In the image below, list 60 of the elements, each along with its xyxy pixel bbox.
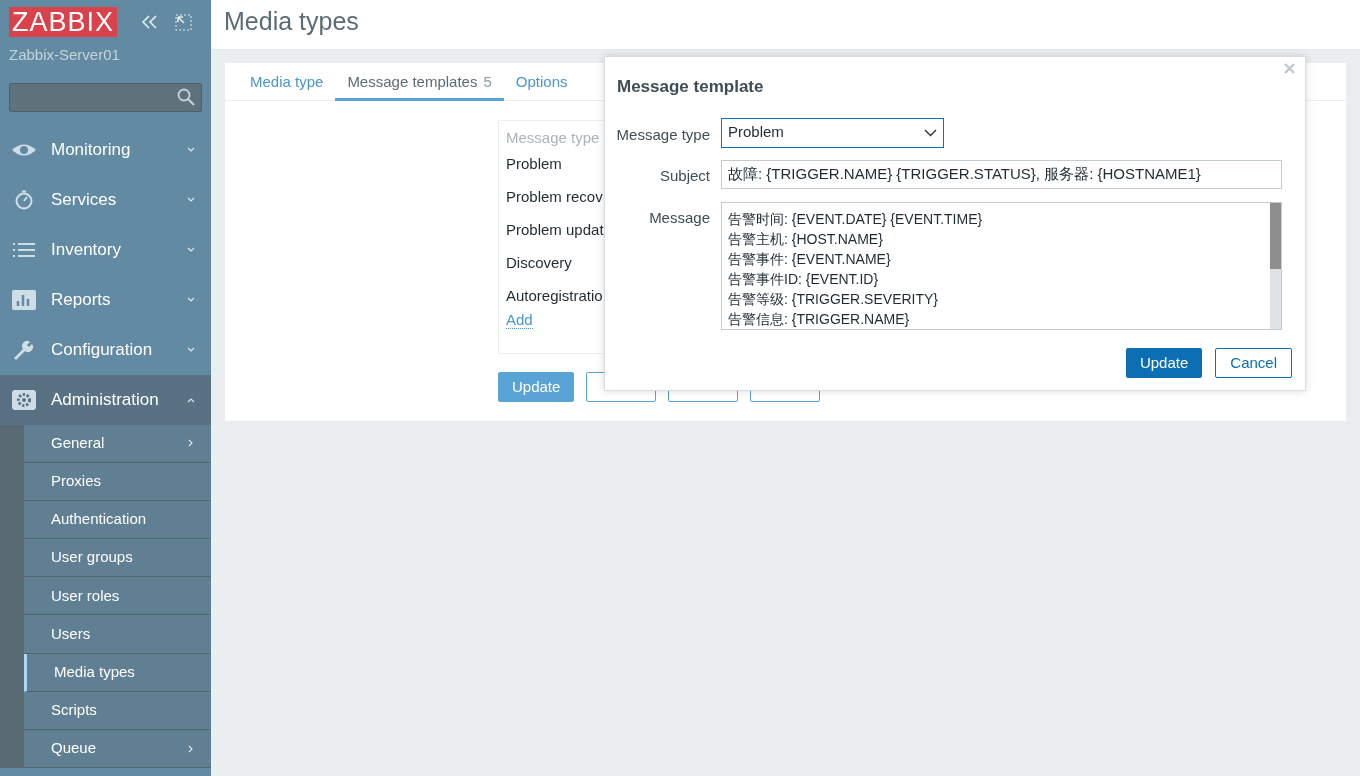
field-label: Message <box>648 207 710 228</box>
message-line: 告警主机: {HOST.NAME} <box>728 229 884 249</box>
menu-item[interactable]: Administration <box>0 374 211 425</box>
tab[interactable]: Message templates 5 <box>335 63 504 101</box>
tab[interactable]: Media type <box>238 63 336 101</box>
message-line: 告警事件ID: {EVENT.ID} <box>728 269 880 289</box>
menu-item[interactable]: Reports <box>0 274 211 325</box>
subject-field[interactable]: 故障: {TRIGGER.NAME} {TRIGGER.STATUS}, 服务器: {HOSTNAME1} <box>721 159 1282 189</box>
update-button[interactable]: Update <box>498 372 575 402</box>
chevron-down-icon <box>187 146 195 153</box>
field-label: Subject <box>658 165 710 186</box>
chevron-down-icon <box>187 196 195 203</box>
server-name: Zabbix-Server01 <box>8 45 121 65</box>
cancel-button[interactable]: Cancel <box>1215 348 1292 378</box>
submenu-item[interactable]: Users <box>24 615 211 654</box>
submenu-item[interactable]: General <box>24 424 211 463</box>
message-line: 告警事件: {EVENT.NAME} <box>728 249 892 269</box>
message-line: 告警等级: {TRIGGER.SEVERITY} <box>728 289 940 309</box>
template-name: Problem recov <box>506 187 604 205</box>
zabbix-logo[interactable]: ZABBIX <box>9 7 118 37</box>
close-icon[interactable] <box>1284 63 1295 74</box>
template-name: Problem <box>506 154 563 172</box>
submenu-item[interactable]: User groups <box>24 539 211 578</box>
chevron-down-icon <box>924 128 937 137</box>
template-name: Discovery <box>506 253 573 271</box>
dropdown-value: Problem <box>728 122 784 143</box>
collapse-icon[interactable] <box>141 14 160 30</box>
add-link[interactable]: Add <box>506 310 533 329</box>
submenu-item[interactable]: Media types <box>24 653 211 692</box>
search-field[interactable] <box>9 82 202 112</box>
template-name: Problem updat <box>506 220 605 238</box>
kiosk-mode-icon[interactable] <box>175 13 193 31</box>
update-button[interactable]: Update <box>1125 348 1203 378</box>
message-textarea[interactable]: 告警时间: {EVENT.DATE} {EVENT.TIME} 告警主机: {HOST.NAME} 告警事件: {EVENT.NAME} 告警事件ID: {EVENT.ID} 告警等级: {TRIGGER.SEVERITY} 告警信息: {TRIGGER.NAME} <box>721 201 1282 330</box>
menu-item[interactable]: Configuration <box>0 324 211 375</box>
gear-icon <box>11 389 37 410</box>
menu-item[interactable]: Services <box>0 174 211 225</box>
chevron-up-icon <box>187 396 195 403</box>
scrollbar[interactable] <box>1270 202 1281 329</box>
search-icon[interactable] <box>177 88 195 106</box>
page-title: Media types <box>224 5 359 37</box>
message-type-dropdown[interactable]: Problem <box>721 117 944 148</box>
submenu-item[interactable]: Proxies <box>24 462 211 501</box>
column-header: Message type <box>506 128 600 148</box>
tab[interactable]: Options <box>503 63 580 101</box>
message-line: 告警信息: {TRIGGER.NAME} <box>728 309 911 329</box>
bar-chart-icon <box>11 289 37 310</box>
submenu-item[interactable]: Queue <box>24 730 211 769</box>
chevron-down-icon <box>187 296 195 303</box>
chevron-down-icon <box>187 246 195 253</box>
template-name: Autoregistratio <box>506 286 604 304</box>
submenu-item[interactable]: Scripts <box>24 691 211 730</box>
menu-item[interactable]: Monitoring <box>0 124 211 175</box>
message-line: 告警时间: {EVENT.DATE} {EVENT.TIME} <box>728 209 984 229</box>
submenu-item[interactable]: User roles <box>24 577 211 616</box>
menu-item[interactable]: Inventory <box>0 224 211 275</box>
dialog-title: Message template <box>617 76 764 98</box>
chevron-down-icon <box>187 346 195 353</box>
field-label: Message type <box>615 124 710 145</box>
submenu-item[interactable]: Authentication <box>24 500 211 540</box>
